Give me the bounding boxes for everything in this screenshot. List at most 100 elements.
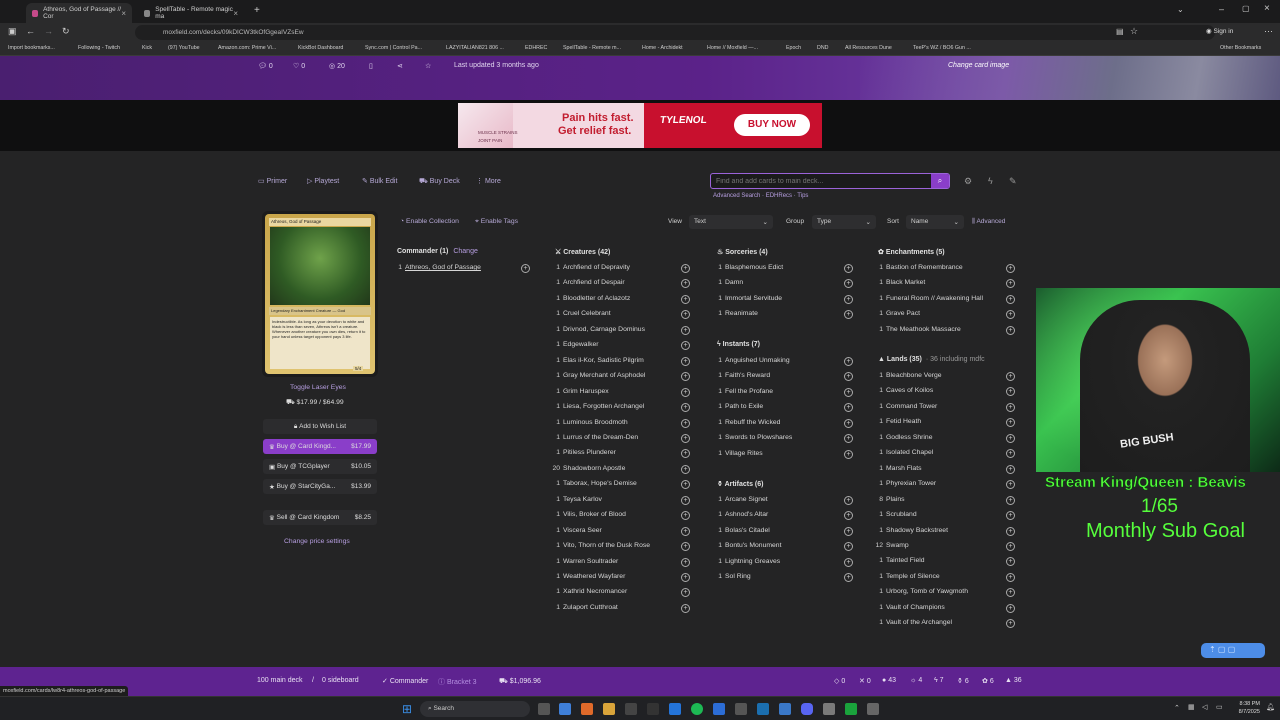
card-name-link[interactable]: Temple of Silence xyxy=(886,573,940,580)
card-row[interactable]: 1 Scrubland + xyxy=(873,511,1018,526)
change-commander-link[interactable]: Change xyxy=(453,248,478,255)
card-name-link[interactable]: Swamp xyxy=(886,542,909,549)
card-name-link[interactable]: Elas il-Kor, Sadistic Pilgrim xyxy=(563,357,644,364)
change-price-settings-link[interactable]: Change price settings xyxy=(284,538,350,545)
card-row[interactable]: 1 Fetid Heath + xyxy=(873,418,1018,433)
add-card-icon[interactable]: + xyxy=(681,418,690,428)
card-name-link[interactable]: Archfiend of Depravity xyxy=(563,264,630,271)
card-name-link[interactable]: Village Rites xyxy=(725,450,763,457)
likes-count[interactable]: ♡ 0 xyxy=(293,62,305,70)
bookmark-item[interactable]: DND xyxy=(817,45,828,51)
clock-time[interactable]: 8:38 PM xyxy=(1236,701,1260,707)
section-header-enchantments[interactable]: ✿ Enchantments (5) xyxy=(878,248,945,256)
card-row[interactable]: 1 Weathered Wayfarer + xyxy=(550,573,693,588)
edhrecs-link[interactable]: EDHRecs xyxy=(766,193,792,199)
card-row[interactable]: 1 Urborg, Tomb of Yawgmoth + xyxy=(873,588,1018,603)
app-icon[interactable] xyxy=(669,703,681,715)
add-card-icon[interactable]: + xyxy=(844,279,853,289)
add-card-icon[interactable]: + xyxy=(681,449,690,459)
toggle-laser-eyes-link[interactable]: Toggle Laser Eyes xyxy=(290,384,346,391)
card-row[interactable]: 1 Teysa Karlov + xyxy=(550,495,693,511)
card-name-link[interactable]: Funeral Room // Awakening Hall xyxy=(886,295,983,302)
card-name-link[interactable]: Vault of the Archangel xyxy=(886,619,952,626)
card-row[interactable]: 1 Lightning Greaves + xyxy=(712,557,856,573)
add-card-icon[interactable]: + xyxy=(1006,325,1015,335)
card-name-link[interactable]: Lightning Greaves xyxy=(725,558,780,565)
bookmark-item[interactable]: Sync.com | Control Pa... xyxy=(365,45,422,51)
card-row[interactable]: 1 Temple of Silence + xyxy=(873,572,1018,588)
bookmark-item[interactable]: Kick xyxy=(142,45,152,51)
add-card-icon[interactable]: + xyxy=(1006,541,1015,551)
card-name-link[interactable]: Path to Exile xyxy=(725,403,763,410)
bookmark-icon[interactable]: ▯ xyxy=(369,62,373,70)
card-row[interactable]: 1 Vilis, Broker of Blood + xyxy=(550,511,693,526)
card-row[interactable]: 1 Isolated Chapel + xyxy=(873,449,1018,464)
card-row[interactable]: 1 Warren Soultrader + xyxy=(550,557,693,573)
card-name-link[interactable]: Lurrus of the Dream-Den xyxy=(563,434,638,441)
bracket-indicator[interactable]: ⓘ Bracket 3 xyxy=(438,677,477,687)
back-icon[interactable]: ← xyxy=(26,26,35,36)
reader-icon[interactable]: ▤ xyxy=(1116,27,1124,36)
bookmark-item[interactable]: KickBot Dashboard xyxy=(298,45,343,51)
card-row[interactable]: 1 Sol Ring + xyxy=(712,573,856,588)
card-row[interactable]: 1 Gray Merchant of Asphodel + xyxy=(550,372,693,387)
card-row[interactable]: 1 Swords to Plowshares + xyxy=(712,434,856,449)
card-name-link[interactable]: Caves of Koilos xyxy=(886,387,933,394)
card-name-link[interactable]: Faith's Reward xyxy=(725,372,770,379)
card-name-link[interactable]: Bloodletter of Aclazotz xyxy=(563,295,630,302)
card-row[interactable]: 1 Damn + xyxy=(712,279,856,294)
card-name-link[interactable]: Rebuff the Wicked xyxy=(725,419,780,426)
commander-legality[interactable]: ✓ Commander xyxy=(382,677,428,685)
card-name-link[interactable]: Scrubland xyxy=(886,511,917,518)
app-icon[interactable] xyxy=(735,703,747,715)
add-card-icon[interactable]: + xyxy=(681,403,690,413)
advanced-search-link[interactable]: Advanced Search xyxy=(713,193,760,199)
card-name-link[interactable]: Warren Soultrader xyxy=(563,558,618,565)
add-card-icon[interactable]: + xyxy=(681,387,690,397)
other-bookmarks[interactable]: Other Bookmarks xyxy=(1220,45,1261,51)
add-card-icon[interactable]: + xyxy=(844,294,853,304)
deck-price[interactable]: ⛟ $1,096.96 xyxy=(499,677,541,686)
card-row[interactable]: 1 Phyrexian Tower + xyxy=(873,480,1018,495)
card-name-link[interactable]: Reanimate xyxy=(725,310,758,317)
add-to-wishlist-button[interactable]: 🔒︎ Add to Wish List xyxy=(263,419,377,434)
tab-list-icon[interactable]: ⌄ xyxy=(1177,5,1184,14)
star-icon[interactable]: ☆ xyxy=(425,62,431,70)
card-row[interactable]: 12 Swamp + xyxy=(873,541,1018,557)
minimize-icon[interactable]: – xyxy=(1219,4,1224,14)
card-row[interactable]: 8 Plains + xyxy=(873,495,1018,511)
card-row[interactable]: 1 Bloodletter of Aclazotz + xyxy=(550,294,693,310)
notification-icon[interactable]: 🔔︎ xyxy=(1266,703,1275,711)
enable-collection-toggle[interactable]: ◔ Enable Collection xyxy=(400,218,459,225)
file-explorer-icon[interactable] xyxy=(603,703,615,715)
app-icon[interactable] xyxy=(823,703,835,715)
advertisement[interactable]: MUSCLE STRAINS JOINT PAIN Pain hits fast… xyxy=(458,103,822,148)
group-select[interactable]: Type ⌄ xyxy=(812,215,876,229)
add-card-icon[interactable]: + xyxy=(681,557,690,567)
add-card-icon[interactable]: + xyxy=(844,403,853,413)
card-name-link[interactable]: Cruel Celebrant xyxy=(563,310,611,317)
section-header-instants[interactable]: ϟ Instants (7) xyxy=(717,341,760,348)
card-row[interactable]: 1 Bleachbone Verge + xyxy=(873,372,1018,387)
add-card-icon[interactable]: + xyxy=(681,511,690,521)
card-name-link[interactable]: Gray Merchant of Asphodel xyxy=(563,372,645,379)
add-card-icon[interactable]: + xyxy=(844,310,853,320)
playtest-button[interactable]: ▷ Playtest xyxy=(307,177,339,185)
sort-select[interactable]: Name ⌄ xyxy=(906,215,964,229)
card-row[interactable]: 1 Athreos, God of Passage + xyxy=(392,264,533,279)
spotify-icon[interactable] xyxy=(691,703,703,715)
app-icon[interactable] xyxy=(647,703,659,715)
card-name-link[interactable]: Liesa, Forgotten Archangel xyxy=(563,403,644,410)
add-card-icon[interactable]: + xyxy=(844,387,853,397)
card-name-link[interactable]: Vito, Thorn of the Dusk Rose xyxy=(563,542,650,549)
close-tab-icon[interactable]: × xyxy=(233,9,238,18)
card-name-link[interactable]: Edgewalker xyxy=(563,341,599,348)
card-row[interactable]: 1 Pitiless Plunderer + xyxy=(550,449,693,464)
add-card-icon[interactable]: + xyxy=(844,511,853,521)
sidebar-icon[interactable]: ▣ xyxy=(8,26,17,37)
card-name-link[interactable]: Arcane Signet xyxy=(725,496,768,503)
card-name-link[interactable]: Vilis, Broker of Blood xyxy=(563,511,626,518)
card-name-link[interactable]: Archfiend of Despair xyxy=(563,279,625,286)
clock-date[interactable]: 8/7/2025 xyxy=(1233,709,1260,715)
bookmark-item[interactable]: Amazon.com: Prime Vi... xyxy=(218,45,276,51)
